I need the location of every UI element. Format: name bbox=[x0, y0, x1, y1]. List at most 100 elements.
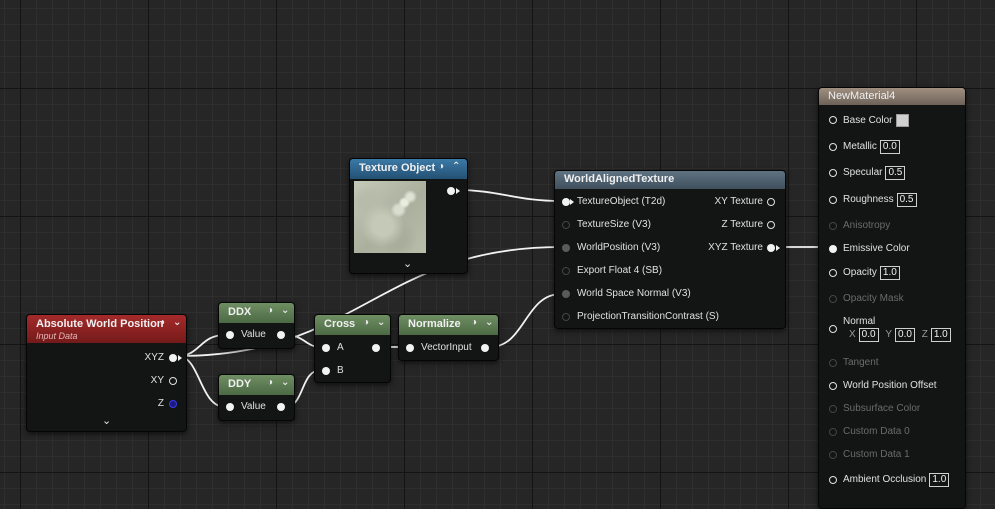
input-label-textureobject: TextureObject (T2d) bbox=[577, 196, 666, 207]
output-pin-xy[interactable] bbox=[169, 377, 177, 385]
input-pin-value[interactable] bbox=[226, 331, 234, 339]
absolute-world-position-title: Absolute World Position bbox=[36, 318, 164, 330]
opacity-value[interactable]: 1.0 bbox=[879, 266, 900, 280]
input-pin-emissivecolor[interactable] bbox=[829, 245, 837, 253]
eye-icon[interactable]: ◑ bbox=[267, 377, 273, 388]
output-label-xyztexture: XYZ Texture bbox=[708, 242, 763, 253]
ddx-node[interactable]: DDX ◑ ⌄ Value bbox=[218, 302, 295, 349]
subsurfacecolor-label: Subsurface Color bbox=[843, 403, 921, 414]
normalize-header[interactable]: Normalize ◑ ⌄ bbox=[399, 315, 498, 335]
normal-values-row: X 0.0 Y 0.0 Z 1.0 bbox=[849, 328, 951, 342]
input-pin-metallic[interactable] bbox=[829, 143, 837, 151]
eye-icon[interactable]: ◑ bbox=[159, 317, 165, 328]
input-pin-vectorinput[interactable] bbox=[406, 344, 414, 352]
output-pin-xyz[interactable] bbox=[169, 354, 177, 362]
input-pin-tangent[interactable] bbox=[829, 359, 837, 367]
specular-value[interactable]: 0.5 bbox=[885, 166, 906, 180]
normal-z-value[interactable]: 1.0 bbox=[930, 328, 951, 342]
output-label-ztexture: Z Texture bbox=[721, 219, 764, 230]
input-pin-roughness[interactable] bbox=[829, 196, 837, 204]
basecolor-label: Base Color bbox=[843, 115, 893, 127]
eye-icon[interactable]: ◑ bbox=[267, 305, 273, 316]
input-pin-worldpositionoffset[interactable] bbox=[829, 382, 837, 390]
world-aligned-texture-node[interactable]: WorldAlignedTexture TextureObject (T2d) … bbox=[554, 170, 786, 329]
ddy-node[interactable]: DDY ◑ ⌄ Value bbox=[218, 374, 295, 421]
input-pin-worldposition[interactable] bbox=[562, 244, 570, 252]
input-pin-normal[interactable] bbox=[829, 325, 837, 333]
input-pin-projectioncontrast[interactable] bbox=[562, 313, 570, 321]
absolute-world-position-header[interactable]: Absolute World Position Input Data ◑ ⌄ bbox=[27, 315, 186, 343]
input-pin-b[interactable] bbox=[322, 367, 330, 375]
input-pin-opacitymask[interactable] bbox=[829, 295, 837, 303]
normal-x-value[interactable]: 0.0 bbox=[858, 328, 879, 342]
expand-node-chevron-icon[interactable]: ⌄ bbox=[102, 414, 111, 427]
chevron-down-icon[interactable]: ⌄ bbox=[485, 317, 493, 328]
input-label-value: Value bbox=[241, 329, 266, 340]
basecolor-swatch[interactable] bbox=[896, 114, 910, 127]
output-pin[interactable] bbox=[372, 344, 380, 352]
material-result-header[interactable]: NewMaterial4 bbox=[819, 88, 965, 105]
output-pin[interactable] bbox=[447, 187, 455, 195]
input-label-value: Value bbox=[241, 401, 266, 412]
chevron-down-icon[interactable]: ⌄ bbox=[281, 305, 289, 316]
input-pin-worldspacenormal[interactable] bbox=[562, 290, 570, 298]
normal-y-label: Y bbox=[885, 329, 893, 340]
output-pin-z[interactable] bbox=[169, 400, 177, 408]
output-pin-xytexture[interactable] bbox=[767, 198, 775, 206]
tangent-label: Tangent bbox=[843, 357, 879, 368]
absolute-world-position-subtitle: Input Data bbox=[36, 331, 78, 341]
metallic-label: Metallic bbox=[843, 141, 877, 152]
output-pin[interactable] bbox=[277, 331, 285, 339]
output-pin[interactable] bbox=[481, 344, 489, 352]
input-pin-basecolor[interactable] bbox=[829, 116, 837, 124]
normalize-node[interactable]: Normalize ◑ ⌄ VectorInput bbox=[398, 314, 499, 361]
world-aligned-texture-title: WorldAlignedTexture bbox=[564, 173, 675, 185]
eye-icon[interactable]: ◑ bbox=[363, 317, 369, 328]
cross-node[interactable]: Cross ◑ ⌄ A B bbox=[314, 314, 391, 383]
input-pin-ambientocclusion[interactable] bbox=[829, 476, 837, 484]
normal-z-label: Z bbox=[921, 329, 928, 340]
collapse-chevron-icon[interactable]: ⌄ bbox=[403, 257, 412, 270]
input-pin-customdata1[interactable] bbox=[829, 451, 837, 459]
eye-icon[interactable]: ◑ bbox=[471, 317, 477, 328]
specular-label: Specular bbox=[843, 167, 883, 178]
texture-object-node[interactable]: Texture Object ◑ ⌃ ⌄ bbox=[349, 158, 468, 274]
absolute-world-position-node[interactable]: Absolute World Position Input Data ◑ ⌄ X… bbox=[26, 314, 187, 432]
input-pin-value[interactable] bbox=[226, 403, 234, 411]
ambientocclusion-value[interactable]: 1.0 bbox=[929, 473, 950, 487]
ddy-header[interactable]: DDY ◑ ⌄ bbox=[219, 375, 294, 395]
metallic-value[interactable]: 0.0 bbox=[879, 140, 900, 154]
input-pin-exportfloat4[interactable] bbox=[562, 267, 570, 275]
eye-icon[interactable]: ◑ bbox=[438, 161, 444, 172]
roughness-value[interactable]: 0.5 bbox=[896, 193, 917, 207]
material-result-node[interactable]: NewMaterial4 Base Color Metallic 0.0 Spec… bbox=[818, 87, 966, 509]
anisotropy-label: Anisotropy bbox=[843, 220, 891, 231]
chevron-up-icon[interactable]: ⌃ bbox=[452, 161, 460, 172]
chevron-down-icon[interactable]: ⌄ bbox=[173, 317, 181, 328]
output-label-z: Z bbox=[157, 398, 164, 409]
ddx-header[interactable]: DDX ◑ ⌄ bbox=[219, 303, 294, 323]
output-pin[interactable] bbox=[277, 403, 285, 411]
texture-object-header[interactable]: Texture Object ◑ ⌃ bbox=[350, 159, 467, 179]
cross-header[interactable]: Cross ◑ ⌄ bbox=[315, 315, 390, 335]
input-pin-a[interactable] bbox=[322, 344, 330, 352]
output-label-xyz: XYZ bbox=[144, 352, 164, 363]
input-pin-customdata0[interactable] bbox=[829, 428, 837, 436]
normal-label: Normal bbox=[843, 316, 876, 327]
input-label-exportfloat4: Export Float 4 (SB) bbox=[577, 265, 663, 276]
input-pin-specular[interactable] bbox=[829, 169, 837, 177]
world-aligned-texture-header[interactable]: WorldAlignedTexture bbox=[555, 171, 785, 189]
opacity-label: Opacity bbox=[843, 267, 877, 278]
chevron-down-icon[interactable]: ⌄ bbox=[281, 377, 289, 388]
input-pin-opacity[interactable] bbox=[829, 269, 837, 277]
input-pin-anisotropy[interactable] bbox=[829, 222, 837, 230]
input-label-worldposition: WorldPosition (V3) bbox=[577, 242, 661, 253]
normal-y-value[interactable]: 0.0 bbox=[895, 328, 915, 342]
output-pin-xyztexture[interactable] bbox=[767, 244, 775, 252]
ddy-title: DDY bbox=[228, 378, 252, 390]
input-pin-subsurfacecolor[interactable] bbox=[829, 405, 837, 413]
chevron-down-icon[interactable]: ⌄ bbox=[377, 317, 385, 328]
input-pin-textureobject[interactable] bbox=[562, 198, 570, 206]
input-pin-texturesize[interactable] bbox=[562, 221, 570, 229]
output-pin-ztexture[interactable] bbox=[767, 221, 775, 229]
